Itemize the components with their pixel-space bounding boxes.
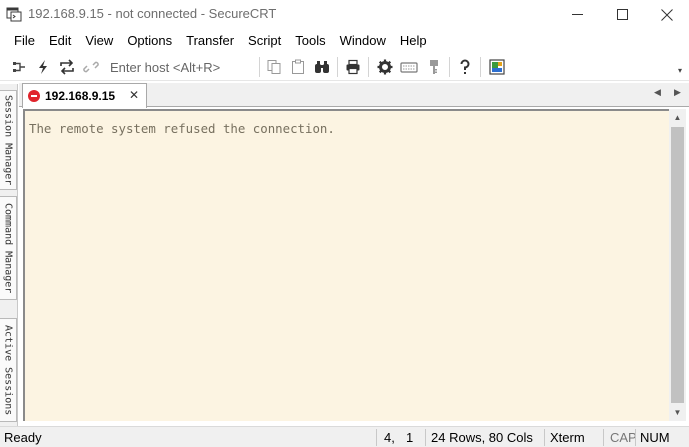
minimize-button[interactable] (554, 0, 600, 29)
screen-icon (489, 59, 505, 75)
title-bar: 192.168.9.15 - not connected - SecureCRT (0, 0, 689, 29)
paste-button[interactable] (288, 57, 308, 77)
terminal-size: 24 Rows, 80 Cols (431, 430, 533, 445)
status-divider (544, 429, 545, 446)
disconnected-icon (28, 90, 40, 102)
side-tab-active-sessions[interactable]: Active Sessions (0, 318, 17, 422)
menu-script[interactable]: Script (241, 30, 288, 51)
terminal-area[interactable]: The remote system refused the connection… (23, 109, 669, 421)
status-divider (603, 429, 604, 446)
keymap-editor-button[interactable] (399, 57, 419, 77)
session-tab-bar: 192.168.9.15 ✕ ◀ ▶ (19, 83, 689, 108)
keymap-editor-icon (400, 62, 418, 73)
menu-tools[interactable]: Tools (288, 30, 332, 51)
terminal-line: The remote system refused the connection… (29, 121, 335, 136)
tab-scroll-left-icon[interactable]: ◀ (654, 87, 661, 98)
maximize-icon (616, 9, 628, 20)
print-button[interactable] (343, 57, 363, 77)
paste-icon (292, 59, 304, 74)
menu-options[interactable]: Options (120, 30, 179, 51)
reconnect-icon (60, 59, 74, 75)
find-icon (315, 61, 329, 73)
tab-scroll-right-icon[interactable]: ▶ (674, 87, 681, 98)
maximize-button[interactable] (599, 0, 645, 29)
minimize-icon (571, 14, 583, 15)
close-button[interactable] (644, 0, 689, 29)
host-input[interactable] (104, 57, 254, 77)
toolbar-separator (337, 57, 338, 77)
menu-help[interactable]: Help (393, 30, 434, 51)
cursor-col: 1 (406, 430, 414, 445)
status-divider (425, 429, 426, 446)
print-icon (346, 59, 360, 75)
terminal-emulation: Xterm (550, 430, 585, 445)
status-bar: Ready 4, 1 24 Rows, 80 Cols Xterm CAP NU… (0, 426, 689, 447)
side-tab-label: Session Manager (2, 94, 14, 186)
disconnect-button[interactable] (81, 57, 101, 77)
securecrt-icon (6, 7, 22, 22)
session-tab[interactable]: 192.168.9.15 ✕ (22, 83, 147, 108)
session-options-icon (377, 59, 393, 75)
toolbar-separator (259, 57, 260, 77)
caps-lock-indicator: CAP (610, 430, 637, 445)
scroll-down-icon[interactable]: ▼ (669, 404, 686, 421)
find-button[interactable] (312, 57, 332, 77)
connect-button[interactable] (9, 57, 29, 77)
num-lock-indicator: NUM (640, 430, 670, 445)
toolbar-separator (368, 57, 369, 77)
menu-edit[interactable]: Edit (42, 30, 78, 51)
window-title: 192.168.9.15 - not connected - SecureCRT (28, 6, 277, 21)
tab-close-icon[interactable]: ✕ (129, 88, 139, 102)
menu-bar: File Edit View Options Transfer Script T… (0, 30, 689, 51)
toolbar: ▾ (0, 53, 689, 81)
side-tab-command-manager[interactable]: Command Manager (0, 196, 17, 300)
terminal-scrollbar[interactable]: ▲ ▼ (669, 109, 686, 421)
help-button[interactable] (455, 57, 475, 77)
quick-connect-icon (39, 60, 47, 74)
status-text: Ready (4, 430, 42, 445)
sftp-icon (430, 60, 438, 74)
toolbar-overflow-icon[interactable]: ▾ (678, 67, 686, 75)
menu-file[interactable]: File (7, 30, 42, 51)
session-tab-label: 192.168.9.15 (45, 89, 116, 103)
help-icon (460, 59, 470, 74)
side-tab-label: Active Sessions (2, 324, 14, 416)
close-icon (661, 8, 673, 21)
connect-icon (13, 62, 25, 72)
screen-button[interactable] (487, 57, 507, 77)
side-tab-session-manager[interactable]: Session Manager (0, 90, 17, 190)
menu-transfer[interactable]: Transfer (179, 30, 241, 51)
side-tab-label: Command Manager (2, 202, 14, 294)
copy-icon (267, 60, 281, 74)
sftp-button[interactable] (424, 57, 444, 77)
reconnect-button[interactable] (57, 57, 77, 77)
scrollbar-thumb[interactable] (671, 127, 684, 403)
status-divider (635, 429, 636, 446)
toolbar-separator (480, 57, 481, 77)
toolbar-separator (449, 57, 450, 77)
session-options-button[interactable] (375, 57, 395, 77)
cursor-row: 4, (384, 430, 395, 445)
menu-window[interactable]: Window (333, 30, 393, 51)
side-tab-panel: Session Manager Command Manager Active S… (0, 84, 18, 447)
scroll-up-icon[interactable]: ▲ (669, 109, 686, 126)
status-divider (376, 429, 377, 446)
disconnect-icon (83, 61, 99, 73)
menu-view[interactable]: View (78, 30, 120, 51)
copy-button[interactable] (264, 57, 284, 77)
quick-connect-button[interactable] (33, 57, 53, 77)
